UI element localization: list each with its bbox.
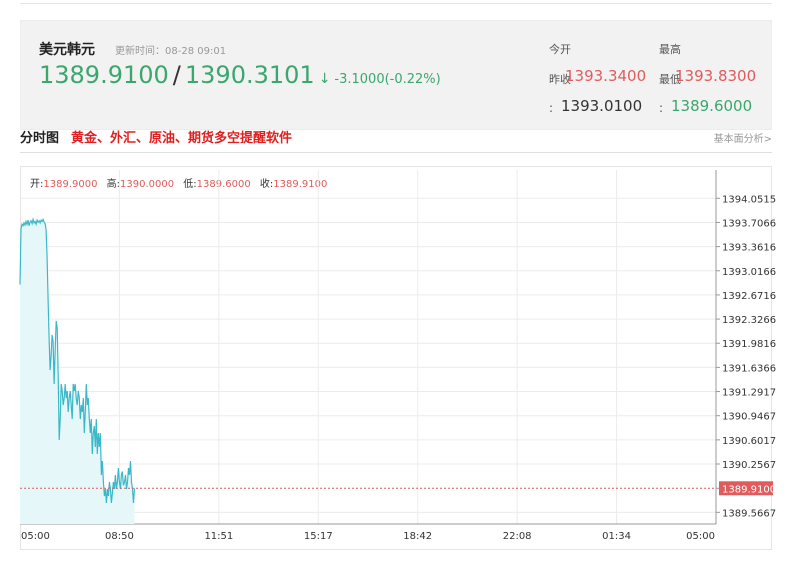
bid-price: 1389.9100 [39, 61, 169, 89]
prev-close-value: 1393.0100 [561, 97, 643, 115]
high-value: 1393.8300 [675, 67, 757, 85]
ohlc-low-value: 1389.6000 [196, 179, 251, 190]
low-colon: : [659, 101, 664, 115]
ohlc-low-label: 低: [183, 179, 197, 190]
ask-price: 1390.3101 [184, 61, 315, 89]
ohlc-readout: 开:1389.9000 高:1390.0000 低:1389.6000 收:13… [30, 175, 333, 190]
low-value: 1389.6000 [671, 97, 753, 115]
alert-software-link[interactable]: 黄金、外汇、原油、期货多空提醒软件 [71, 127, 292, 146]
ohlc-open-value: 1389.9000 [43, 179, 98, 190]
ohlc-high-label: 高: [106, 179, 121, 190]
price-line: 1389.9100/1390.3101 ↓ -3.1000(-0.22%) [39, 61, 441, 89]
ohlc-close-value: 1389.9100 [273, 179, 328, 190]
ohlc-open-label: 开: [30, 179, 44, 190]
ohlc-close-label: 收: [259, 179, 274, 190]
open-label: 今开 [549, 43, 571, 56]
instrument-name: 美元韩元 [39, 42, 95, 58]
ohlc-high-value: 1390.0000 [120, 179, 175, 190]
fundamental-analysis-link[interactable]: 基本面分析> [714, 130, 772, 145]
price-separator: / [172, 61, 181, 89]
open-value: 1393.3400 [565, 67, 647, 85]
update-label: 更新时间： [115, 46, 165, 57]
quote-panel: 美元韩元 更新时间：08-28 09:01 1389.9100/1390.310… [20, 20, 772, 130]
section-title: 分时图 [20, 131, 60, 146]
intraday-chart-frame [20, 166, 772, 550]
price-change: -3.1000(-0.22%) [334, 72, 441, 87]
high-label: 最高 [659, 43, 681, 56]
section-divider [20, 152, 772, 153]
update-time: 更新时间：08-28 09:01 [115, 42, 226, 57]
prev-close-colon: : [549, 101, 554, 115]
down-arrow-icon: ↓ [318, 71, 331, 87]
update-value: 08-28 09:01 [165, 46, 227, 57]
top-divider [20, 0, 772, 4]
